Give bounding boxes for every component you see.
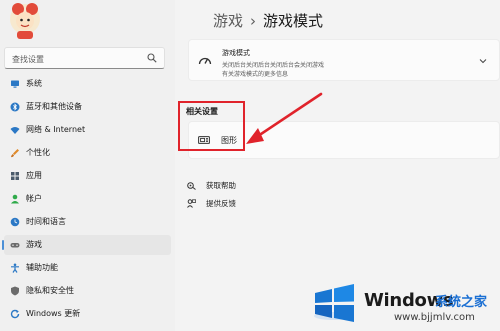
windows-logo-icon xyxy=(314,284,354,322)
arrow-icon xyxy=(246,92,323,144)
watermark-url: www.bjjmlv.com xyxy=(394,312,475,323)
watermark-site-name: 系统之家 xyxy=(435,295,488,310)
